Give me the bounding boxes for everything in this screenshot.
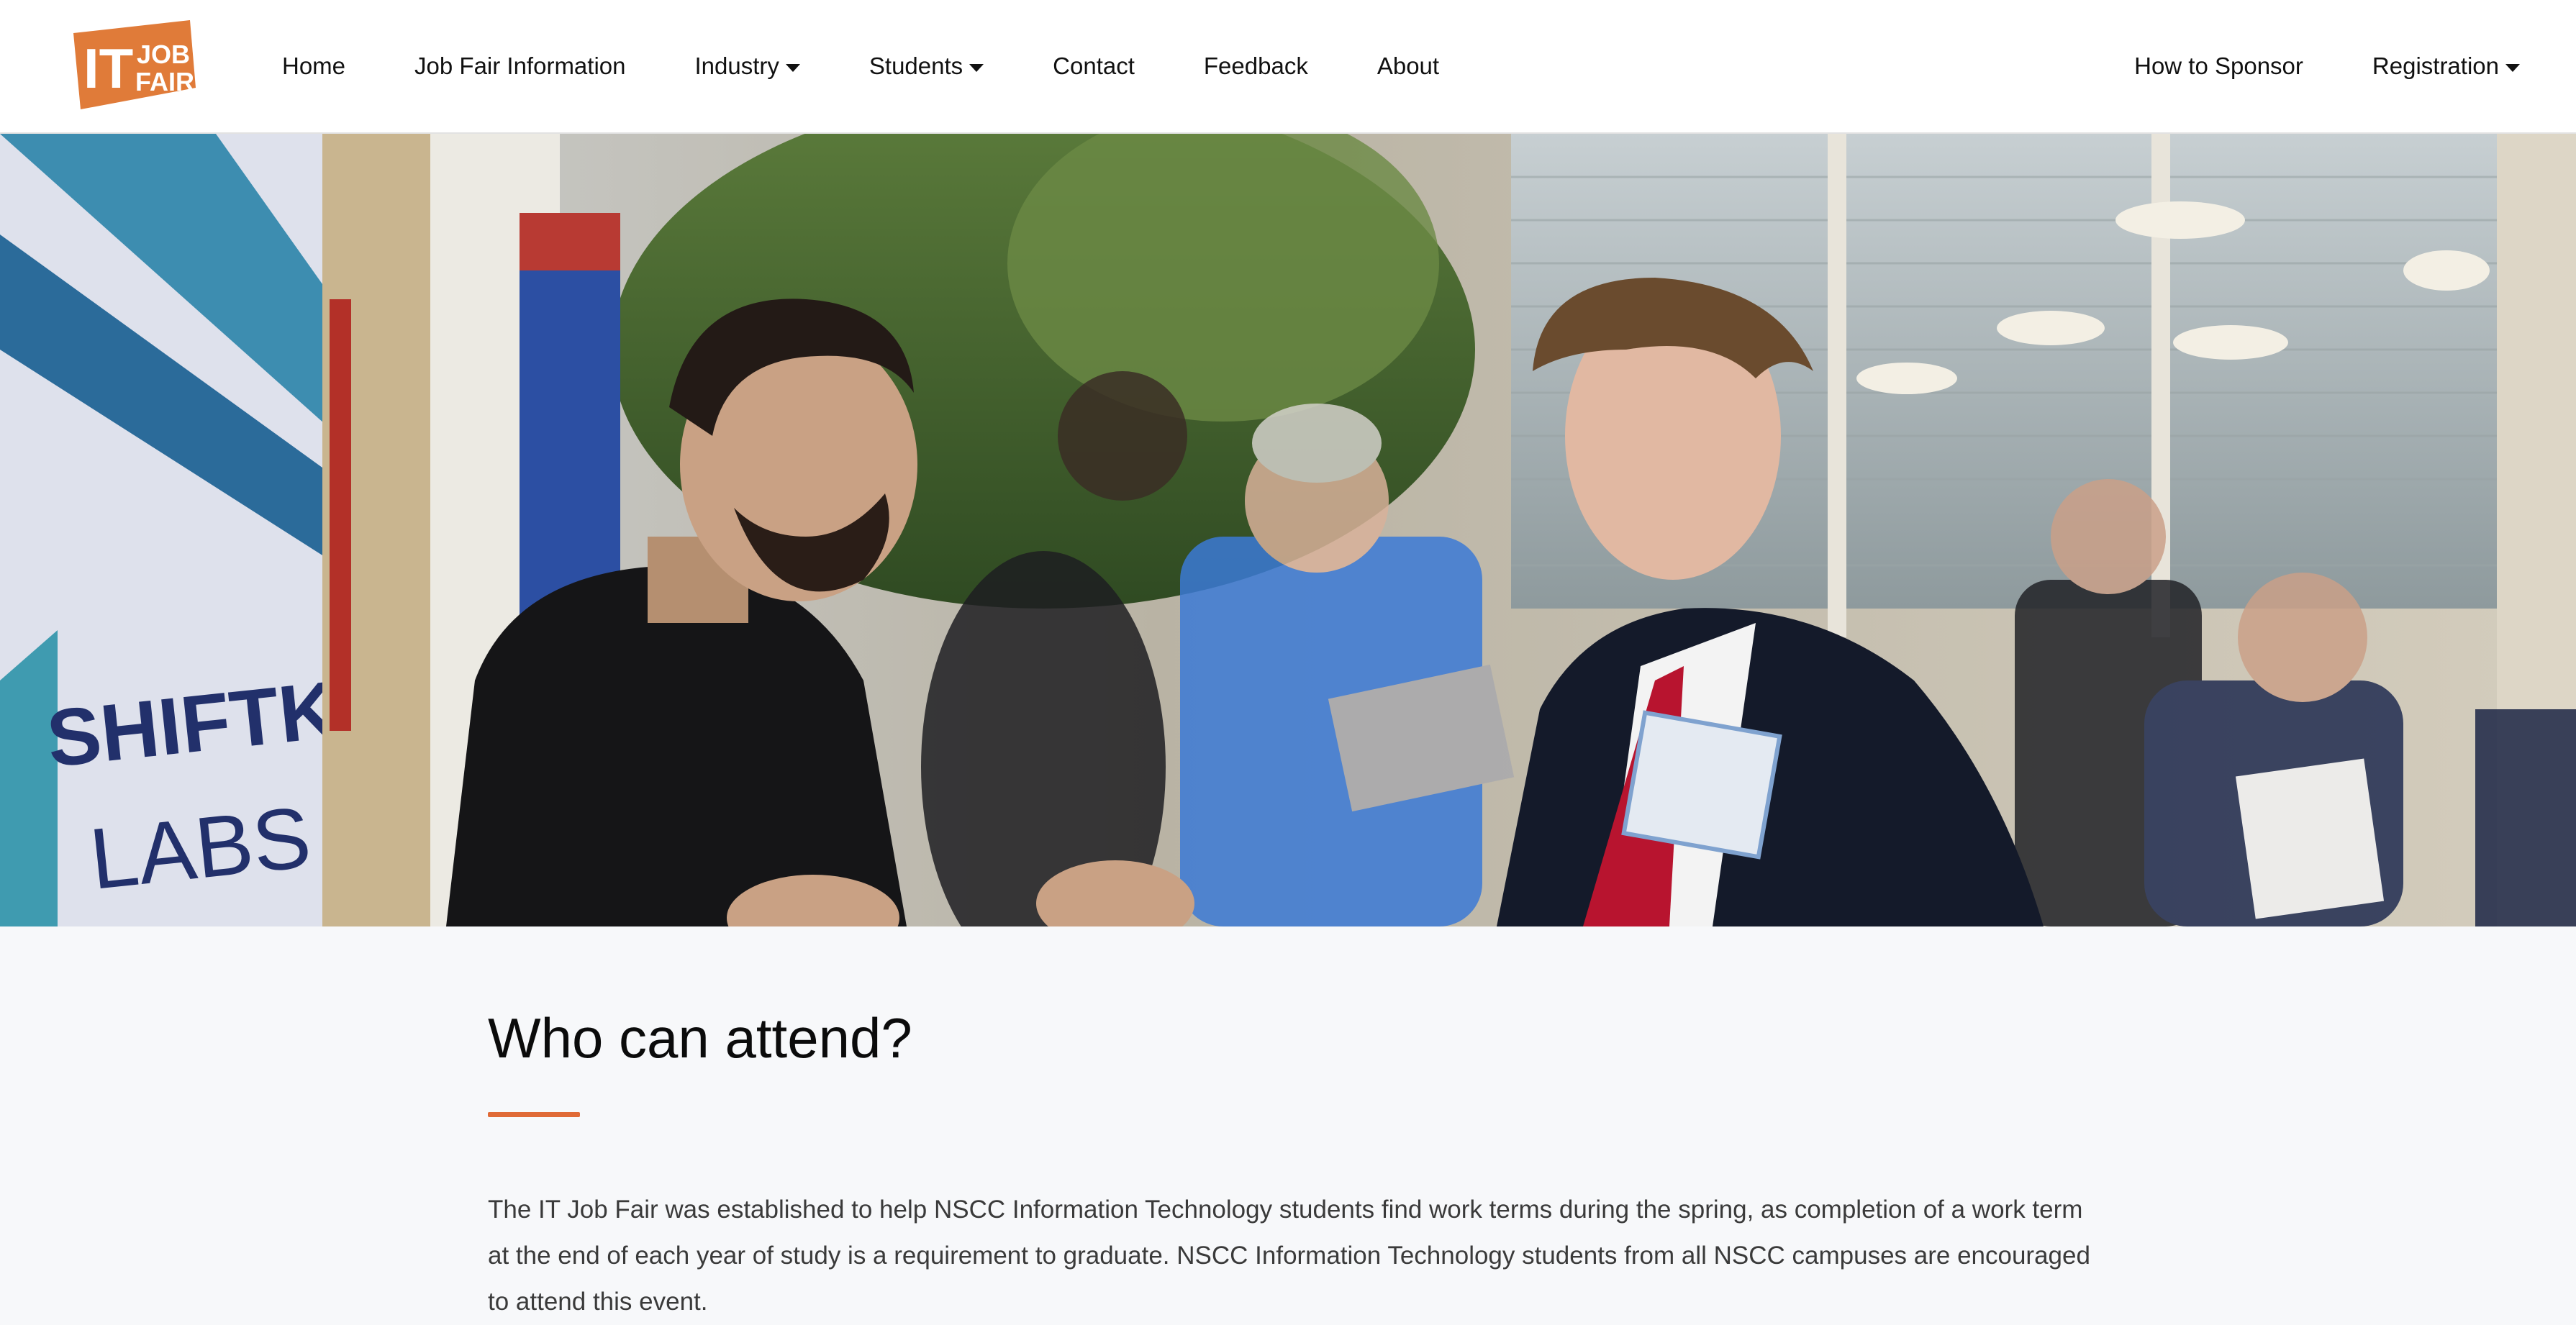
it-job-fair-logo[interactable]: IT JOB FAIR	[69, 19, 199, 114]
logo-text-it: IT	[83, 37, 133, 100]
nav-students-label: Students	[869, 53, 963, 79]
caret-down-icon	[969, 63, 984, 72]
primary-nav: Home Job Fair Information Industry Stude…	[248, 0, 1474, 132]
logo-text-fair: FAIR	[135, 67, 194, 96]
nav-registration-dropdown[interactable]: Registration	[2338, 53, 2520, 80]
nav-home[interactable]: Home	[248, 53, 380, 80]
nav-industry-label: Industry	[694, 53, 779, 79]
section-paragraph: The IT Job Fair was established to help …	[488, 1196, 2090, 1316]
nav-contact[interactable]: Contact	[1018, 53, 1169, 80]
nav-how-to-sponsor[interactable]: How to Sponsor	[2100, 53, 2338, 80]
nav-feedback[interactable]: Feedback	[1169, 53, 1343, 80]
nav-how-to-sponsor-label: How to Sponsor	[2134, 53, 2303, 79]
nav-job-fair-information[interactable]: Job Fair Information	[380, 53, 660, 80]
hero-photo: SHIFTKEY LABS	[0, 134, 2576, 926]
nav-feedback-label: Feedback	[1203, 53, 1308, 79]
caret-down-icon	[2505, 63, 2520, 72]
nav-about[interactable]: About	[1343, 53, 1474, 80]
nav-industry-dropdown[interactable]: Industry	[661, 53, 835, 80]
nav-contact-label: Contact	[1053, 53, 1135, 79]
nav-job-fair-information-label: Job Fair Information	[414, 53, 626, 79]
secondary-nav: How to Sponsor Registration	[2100, 0, 2520, 132]
nav-home-label: Home	[282, 53, 346, 79]
job-fair-scene-illustration: SHIFTKEY LABS	[0, 134, 2576, 926]
logo-mark: IT JOB FAIR	[73, 20, 196, 109]
top-navbar: IT JOB FAIR Home Job Fair Information In…	[0, 0, 2576, 134]
nav-students-dropdown[interactable]: Students	[835, 53, 1018, 80]
nav-registration-label: Registration	[2372, 53, 2499, 79]
logo-text-job: JOB	[137, 40, 190, 69]
heading-accent-rule	[488, 1112, 580, 1117]
nav-about-label: About	[1377, 53, 1440, 79]
section-heading: Who can attend?	[488, 1006, 912, 1070]
caret-down-icon	[785, 63, 800, 72]
